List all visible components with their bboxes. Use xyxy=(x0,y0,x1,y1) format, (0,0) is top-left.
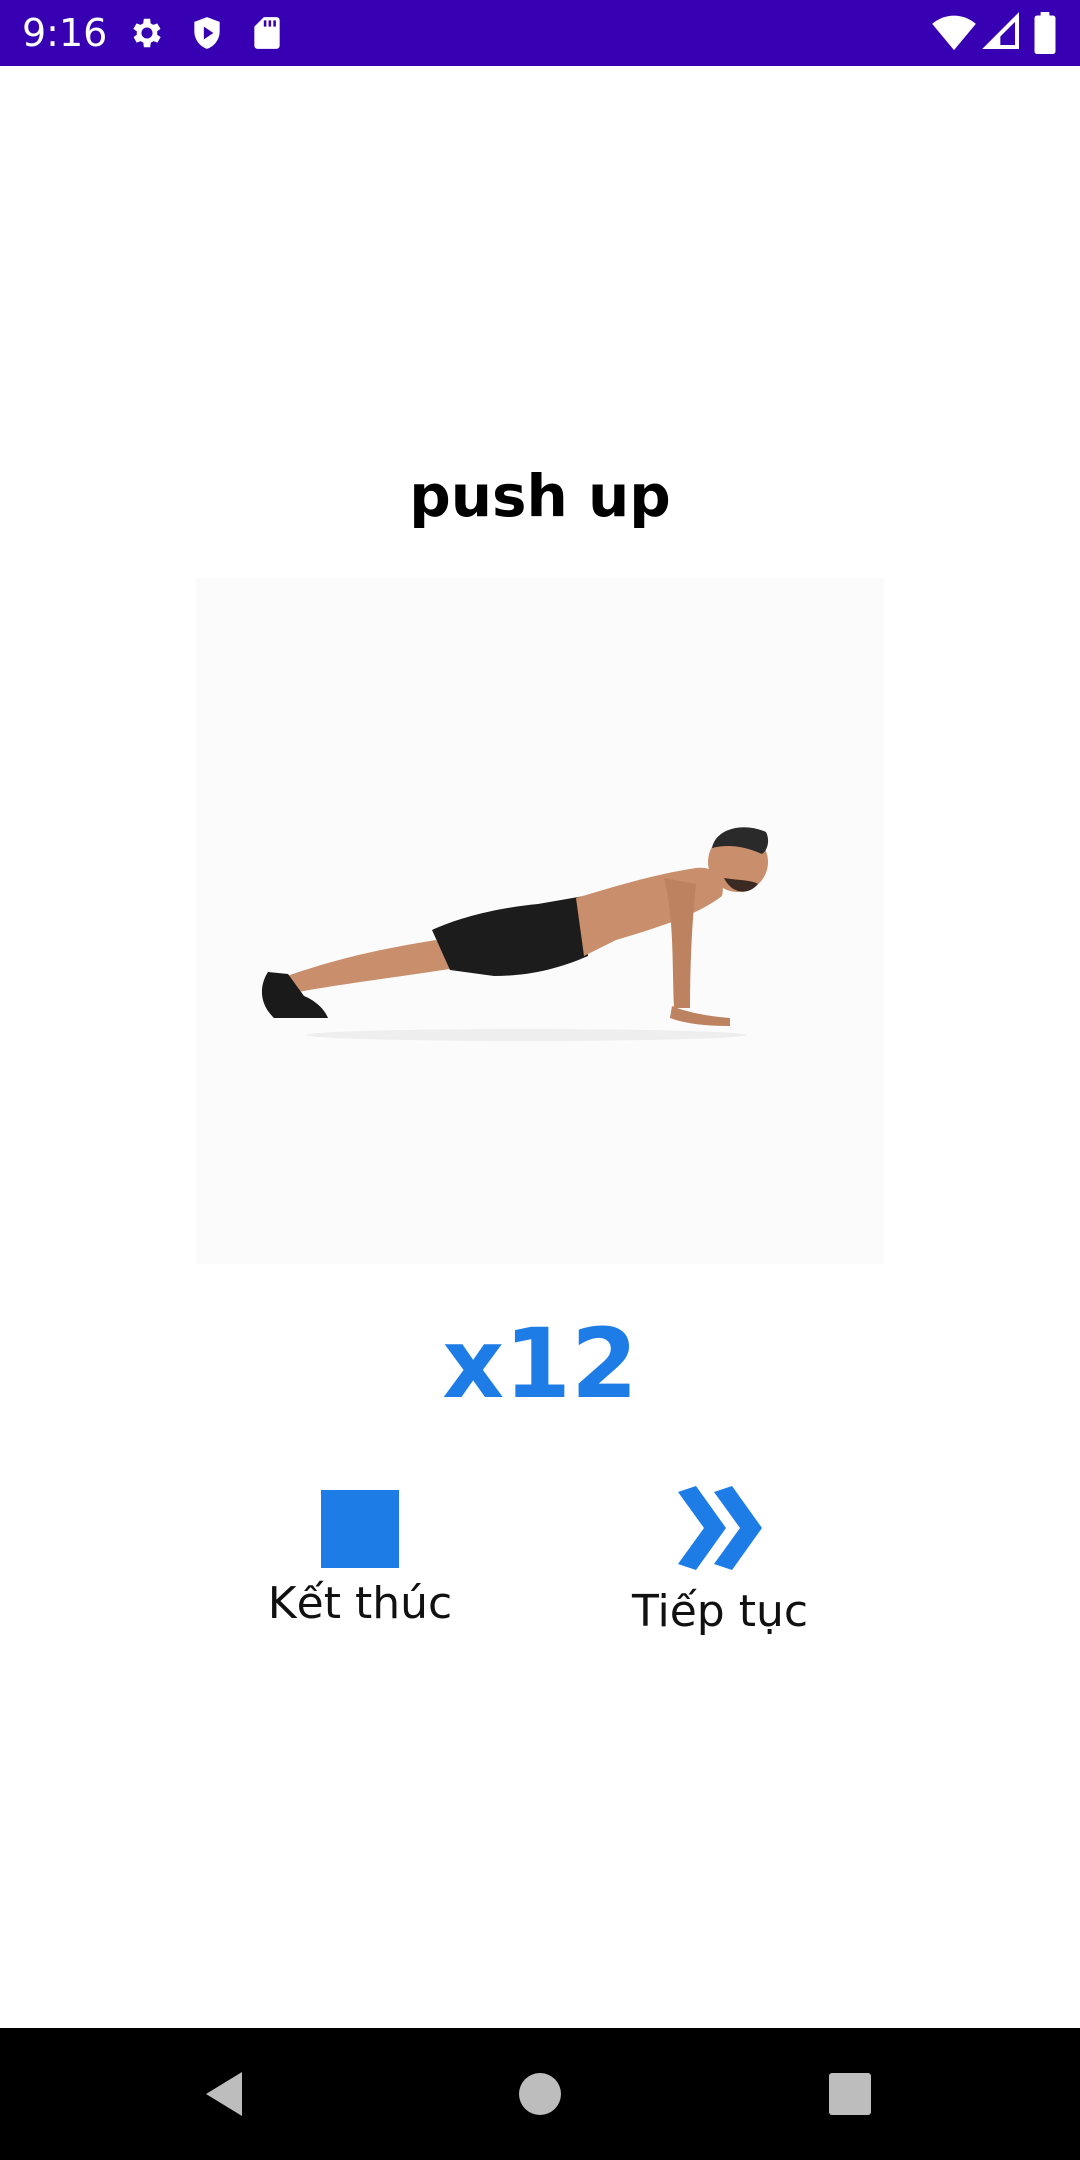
push-up-image xyxy=(196,578,884,1264)
sd-card-icon xyxy=(248,14,286,52)
gear-icon xyxy=(128,14,166,52)
workout-screen: 9:16 push up x12 Kết thúc Tiếp tục xyxy=(0,0,1080,2160)
home-icon[interactable] xyxy=(510,2064,570,2124)
shield-play-icon xyxy=(188,14,226,52)
reps-count: x12 xyxy=(442,1308,638,1420)
wifi-icon xyxy=(932,12,976,52)
battery-icon xyxy=(1034,12,1056,54)
continue-label: Tiếp tục xyxy=(631,1586,809,1637)
signal-icon xyxy=(982,12,1022,52)
double-chevron-right-icon xyxy=(672,1482,768,1574)
status-bar: 9:16 xyxy=(0,0,1080,66)
stop-icon xyxy=(321,1490,399,1568)
recents-icon[interactable] xyxy=(820,2064,880,2124)
navigation-bar xyxy=(0,2028,1080,2160)
finish-button[interactable]: Kết thúc xyxy=(240,1490,480,1650)
status-time: 9:16 xyxy=(22,11,108,55)
back-icon[interactable] xyxy=(196,2064,256,2124)
continue-button[interactable]: Tiếp tục xyxy=(600,1482,840,1652)
finish-label: Kết thúc xyxy=(267,1578,453,1629)
exercise-title: push up xyxy=(409,462,671,530)
